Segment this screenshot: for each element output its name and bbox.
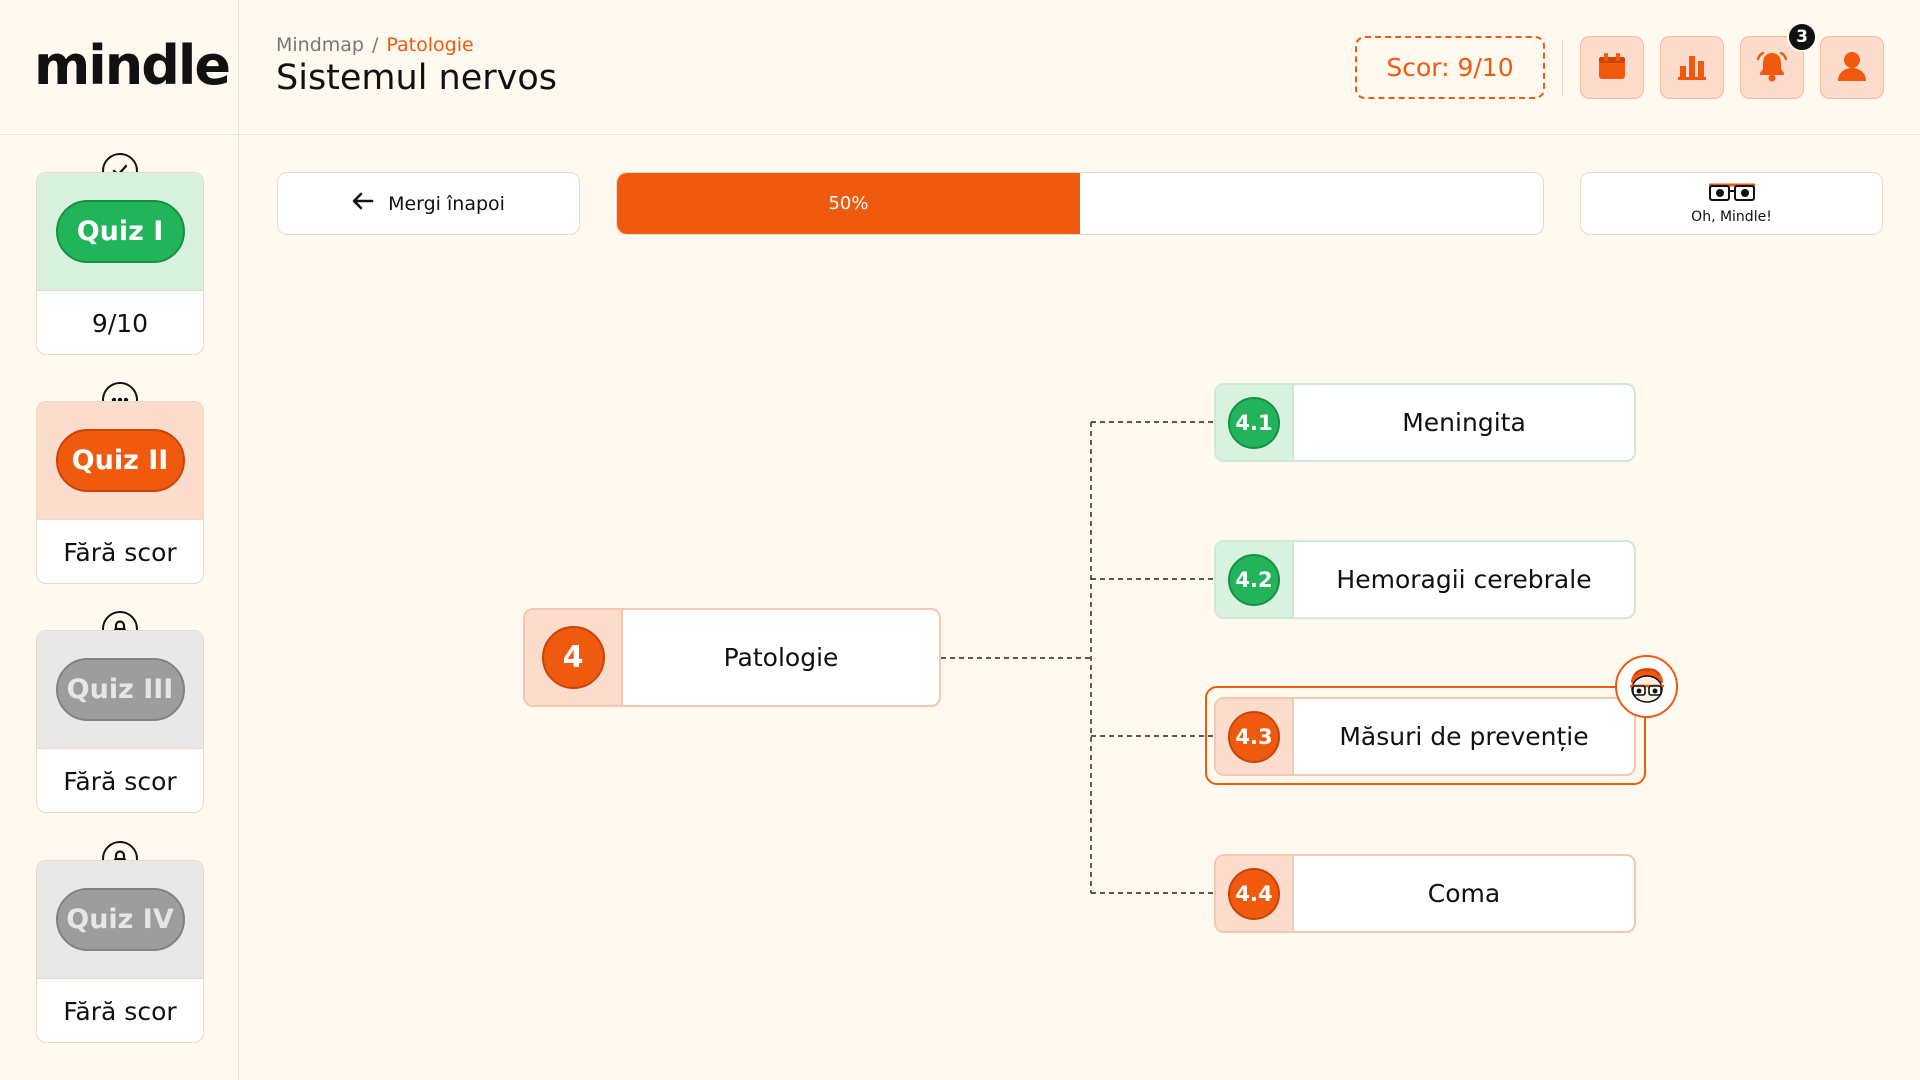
quiz-card-header: Quiz IV: [37, 861, 203, 978]
quiz-1-score: 9/10: [37, 290, 203, 354]
quiz-card-4: Quiz IV Fără scor: [36, 860, 204, 1043]
quiz-4-button: Quiz IV: [55, 888, 185, 951]
back-button[interactable]: Mergi înapoi: [277, 172, 580, 235]
node-number: 4.4: [1228, 867, 1280, 920]
node-number-cell: 4.4: [1216, 856, 1294, 931]
bell-icon: [1755, 49, 1789, 87]
calendar-icon: [1596, 50, 1628, 86]
calendar-button[interactable]: [1580, 36, 1644, 99]
node-number: 4.2: [1228, 553, 1280, 606]
mindmap-node-4-2[interactable]: 4.2 Hemoragii cerebrale: [1214, 540, 1636, 619]
mindle-avatar: [1615, 655, 1678, 718]
page-title: Sistemul nervos: [276, 58, 558, 98]
quiz-2-button[interactable]: Quiz II: [55, 429, 185, 492]
bar-chart-icon: [1676, 50, 1708, 86]
back-button-label: Mergi înapoi: [388, 192, 505, 215]
node-label: Hemoragii cerebrale: [1336, 565, 1592, 594]
quiz-2-score: Fără scor: [37, 519, 203, 583]
header-divider: [1562, 40, 1563, 96]
node-number: 4.3: [1228, 710, 1280, 763]
node-number-cell: 4.1: [1216, 385, 1294, 460]
quiz-3-button: Quiz III: [55, 658, 185, 721]
progress-label: 50%: [828, 193, 869, 214]
breadcrumb-mindmap[interactable]: Mindmap: [276, 34, 364, 56]
oh-mindle-label: Oh, Mindle!: [1691, 209, 1772, 225]
quiz-card-header: Quiz II: [37, 402, 203, 519]
profile-button[interactable]: [1820, 36, 1884, 99]
breadcrumb-current[interactable]: Patologie: [386, 34, 473, 56]
node-number: 4.1: [1228, 396, 1280, 449]
quiz-4-score: Fără scor: [37, 978, 203, 1042]
logo[interactable]: mindle: [34, 38, 231, 94]
quiz-card-3: Quiz III Fără scor: [36, 630, 204, 813]
arrow-left-icon: [352, 192, 374, 215]
root-label: Patologie: [723, 643, 839, 672]
mindle-glasses-icon: [1707, 182, 1757, 206]
mindmap-node-4-3[interactable]: 4.3 Măsuri de prevenție: [1214, 697, 1636, 776]
mindmap-node-4-1[interactable]: 4.1 Meningita: [1214, 383, 1636, 462]
node-number-cell: 4.2: [1216, 542, 1294, 617]
progress-bar: 50%: [616, 172, 1544, 235]
user-icon: [1835, 49, 1869, 87]
quiz-card-header: Quiz I: [37, 173, 203, 290]
root-number: 4: [541, 626, 605, 689]
node-label: Meningita: [1402, 408, 1526, 437]
oh-mindle-button[interactable]: Oh, Mindle!: [1580, 172, 1883, 235]
breadcrumb-separator: /: [372, 34, 379, 56]
quiz-card-1[interactable]: Quiz I 9/10: [36, 172, 204, 355]
quiz-3-score: Fără scor: [37, 748, 203, 812]
quiz-card-2[interactable]: Quiz II Fără scor: [36, 401, 204, 584]
mindle-mascot-icon: [1625, 665, 1669, 709]
node-number-cell: 4.3: [1216, 699, 1294, 774]
breadcrumb: Mindmap / Patologie: [276, 34, 474, 56]
mindmap-root-node[interactable]: 4 Patologie: [523, 608, 941, 707]
root-number-cell: 4: [525, 610, 623, 705]
quiz-1-button[interactable]: Quiz I: [55, 200, 185, 263]
notification-count-badge: 3: [1787, 22, 1817, 52]
mindmap-node-4-4[interactable]: 4.4 Coma: [1214, 854, 1636, 933]
quiz-card-header: Quiz III: [37, 631, 203, 748]
score-badge: Scor: 9/10: [1355, 36, 1545, 99]
node-label: Coma: [1427, 879, 1501, 908]
node-label: Măsuri de prevenție: [1339, 722, 1589, 751]
stats-button[interactable]: [1660, 36, 1724, 99]
